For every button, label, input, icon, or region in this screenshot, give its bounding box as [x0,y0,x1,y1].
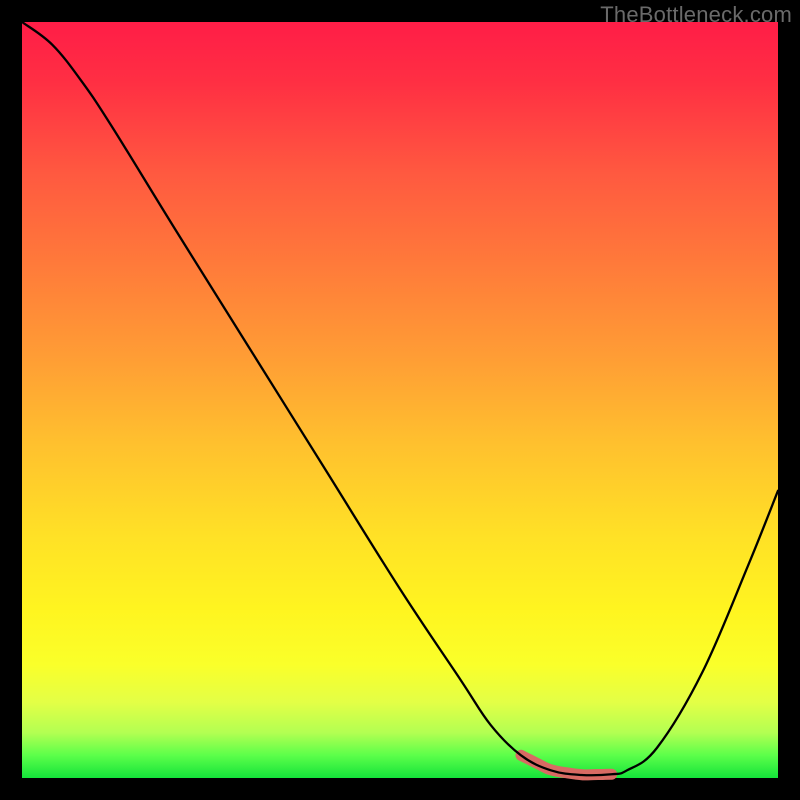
plot-area [22,22,778,778]
chart-frame: TheBottleneck.com [0,0,800,800]
bottleneck-curve [22,22,778,775]
optimal-range-highlight [521,755,612,775]
watermark-text: TheBottleneck.com [600,2,792,28]
curve-layer [22,22,778,778]
